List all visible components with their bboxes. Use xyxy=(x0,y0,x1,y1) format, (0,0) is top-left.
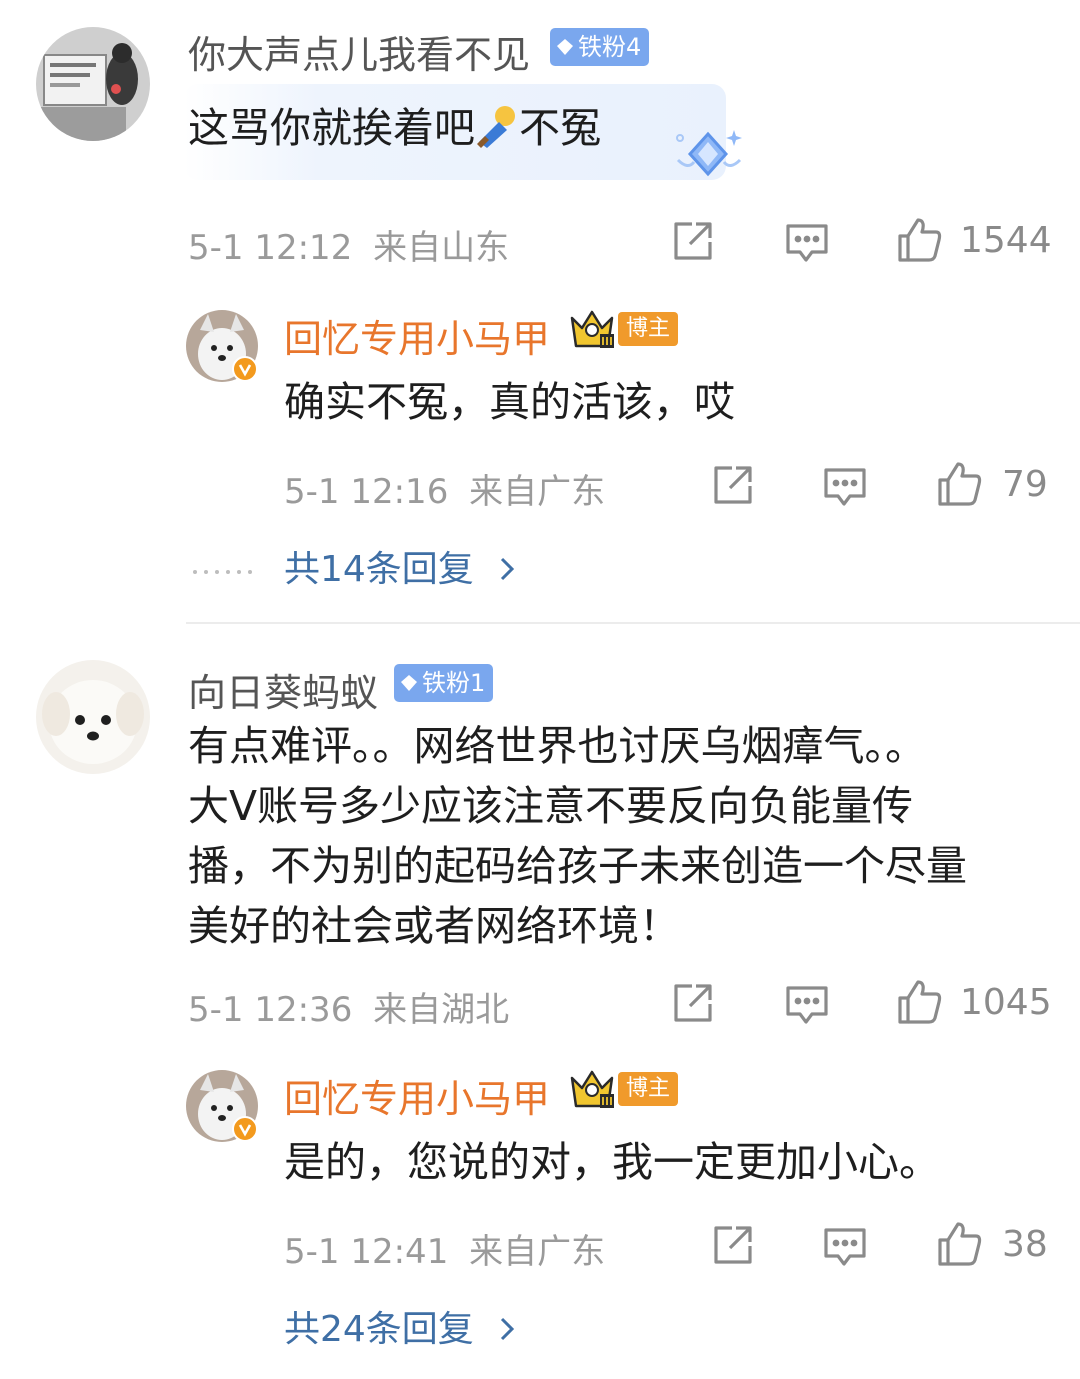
comment-author[interactable]: 你大声点儿我看不见 xyxy=(188,24,530,79)
comment-text-line: 播，不为别的起码给孩子未来创造一个尽量 xyxy=(188,842,967,890)
share-icon[interactable] xyxy=(710,1222,756,1268)
comment-text-part: 这骂你就挨着吧 xyxy=(188,104,475,152)
comment-icon[interactable] xyxy=(784,220,830,266)
comment-text-tail: 不冤 xyxy=(519,104,601,152)
comment-icon[interactable] xyxy=(822,464,868,510)
verified-v-icon xyxy=(232,356,258,382)
like-count: 1544 xyxy=(960,220,1052,261)
blogger-badge: 博主 xyxy=(618,312,679,346)
more-replies-label: 共14条回复 xyxy=(284,549,474,590)
comment-meta: 5-1 12:12 来自山东 xyxy=(188,220,509,269)
fan-badge: 铁粉4 xyxy=(550,28,650,66)
reply-time: 5-1 12:41 xyxy=(284,1232,449,1272)
avatar[interactable] xyxy=(36,660,150,774)
comment-text: 这骂你就挨着吧 不冤 xyxy=(188,98,601,158)
chevron-right-icon xyxy=(501,1317,515,1341)
share-icon[interactable] xyxy=(710,462,756,508)
crown-icon xyxy=(568,1066,624,1110)
share-icon[interactable] xyxy=(670,218,716,264)
like-icon[interactable] xyxy=(936,1220,982,1266)
like-icon[interactable] xyxy=(936,460,982,506)
fan-badge-label: 铁粉4 xyxy=(578,33,642,61)
chevron-right-icon xyxy=(501,557,515,581)
blogger-badge: 博主 xyxy=(618,1072,679,1106)
diamond-decoration-icon xyxy=(672,126,746,186)
like-count: 79 xyxy=(1002,464,1048,505)
comment-text-line: 美好的社会或者网络环境！ xyxy=(188,902,680,950)
more-replies-link[interactable]: 共24条回复 xyxy=(284,1300,517,1352)
avatar[interactable] xyxy=(36,27,150,141)
reply-text: 确实不冤，真的活该，哎 xyxy=(284,378,735,426)
fan-badge: 铁粉1 xyxy=(394,664,494,702)
like-count: 1045 xyxy=(960,982,1052,1023)
ellipsis-dots xyxy=(192,560,254,574)
reply-meta: 5-1 12:16 来自广东 xyxy=(284,464,605,513)
comment-meta: 5-1 12:36 来自湖北 xyxy=(188,982,509,1031)
reply-author[interactable]: 回忆专用小马甲 xyxy=(284,308,550,363)
comment-author[interactable]: 向日葵蚂蚁 xyxy=(188,662,378,717)
more-replies-label: 共24条回复 xyxy=(284,1309,474,1350)
divider xyxy=(186,622,1080,624)
reply-time: 5-1 12:16 xyxy=(284,472,449,512)
crown-icon xyxy=(568,306,624,350)
verified-v-icon xyxy=(232,1116,258,1142)
more-replies-link[interactable]: 共14条回复 xyxy=(284,540,517,592)
comment-text-line: 大V账号多少应该注意不要反向负能量传 xyxy=(188,782,914,830)
like-count: 38 xyxy=(1002,1224,1048,1265)
reply-location: 来自广东 xyxy=(469,1232,606,1272)
clown-emoji-icon xyxy=(475,104,519,148)
comment-time: 5-1 12:12 xyxy=(188,228,353,268)
like-icon[interactable] xyxy=(896,978,942,1024)
comment-location: 来自湖北 xyxy=(373,990,510,1030)
comment-icon[interactable] xyxy=(784,982,830,1028)
diamond-icon xyxy=(557,39,573,55)
share-icon[interactable] xyxy=(670,980,716,1026)
fan-badge-label: 铁粉1 xyxy=(422,669,486,697)
comment-time: 5-1 12:36 xyxy=(188,990,353,1030)
reply-location: 来自广东 xyxy=(469,472,606,512)
reply-meta: 5-1 12:41 来自广东 xyxy=(284,1224,605,1273)
diamond-icon xyxy=(401,675,417,691)
reply-text: 是的，您说的对，我一定更加小心。 xyxy=(284,1138,940,1186)
reply-author[interactable]: 回忆专用小马甲 xyxy=(284,1068,550,1123)
comment-text: 有点难评。。网络世界也讨厌乌烟瘴气。。 大V账号多少应该注意不要反向负能量传 播… xyxy=(188,716,967,956)
comment-icon[interactable] xyxy=(822,1224,868,1270)
like-icon[interactable] xyxy=(896,216,942,262)
comment-location: 来自山东 xyxy=(373,228,510,268)
comment-text-line: 有点难评。。网络世界也讨厌乌烟瘴气。。 xyxy=(188,722,926,770)
